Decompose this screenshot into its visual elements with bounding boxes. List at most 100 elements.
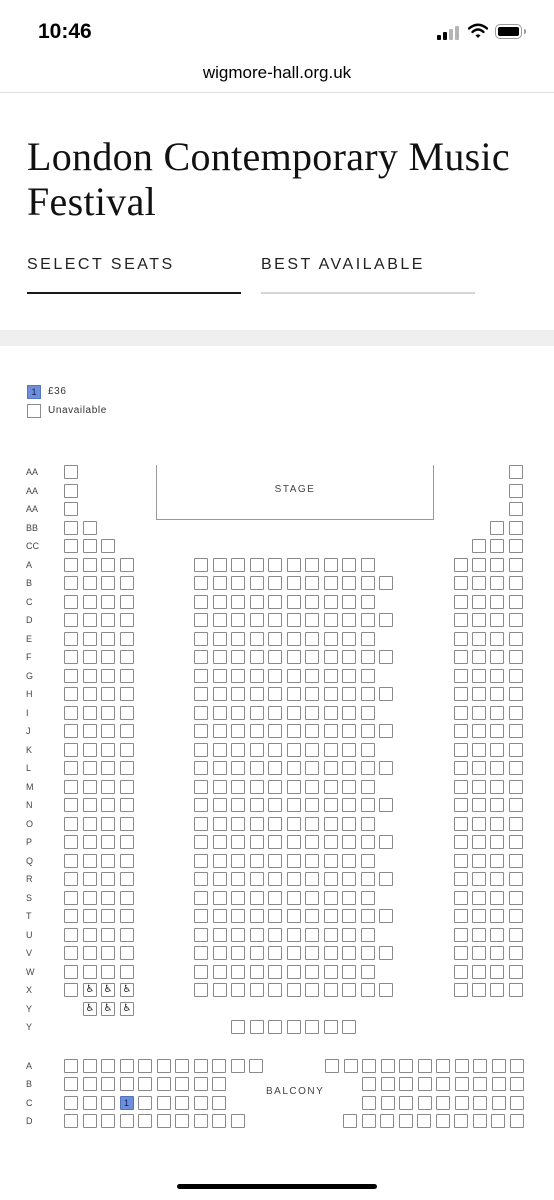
seat-unavailable bbox=[212, 557, 227, 572]
seat-unavailable bbox=[83, 872, 97, 886]
seat-unavailable bbox=[454, 927, 468, 942]
stage: STAGE bbox=[156, 465, 434, 520]
available-seat[interactable]: 1 bbox=[119, 1096, 134, 1110]
address-bar[interactable]: wigmore-hall.org.uk bbox=[0, 56, 554, 93]
seat-unavailable bbox=[64, 1077, 78, 1091]
seat-unavailable bbox=[490, 779, 504, 794]
seat-unavailable bbox=[490, 650, 504, 664]
seat-unavailable bbox=[305, 705, 319, 720]
seat-unavailable bbox=[454, 594, 468, 609]
seat-unavailable bbox=[305, 687, 319, 701]
seat-unavailable bbox=[305, 853, 319, 868]
seat-unavailable bbox=[120, 798, 134, 812]
tab-select-seats[interactable]: SELECT SEATS bbox=[27, 256, 241, 294]
seat-unavailable bbox=[212, 742, 227, 757]
seat-unavailable bbox=[212, 872, 227, 886]
row-label-n: N bbox=[26, 800, 33, 810]
seat-unavailable bbox=[120, 835, 134, 849]
seat-unavailable bbox=[472, 742, 486, 757]
seat-unavailable bbox=[323, 816, 338, 831]
seat-unavailable bbox=[490, 724, 504, 738]
seat-unavailable bbox=[473, 1096, 487, 1110]
seat-unavailable bbox=[286, 613, 301, 627]
seat-unavailable bbox=[490, 816, 504, 831]
row-label-f: F bbox=[26, 652, 32, 662]
seat-unavailable bbox=[194, 724, 208, 738]
seat-unavailable bbox=[231, 890, 245, 905]
seat-unavailable bbox=[231, 631, 245, 646]
seat-unavailable bbox=[120, 613, 134, 627]
tab-best-available[interactable]: BEST AVAILABLE bbox=[261, 256, 475, 294]
seat-unavailable bbox=[249, 872, 264, 886]
seat-unavailable bbox=[305, 576, 319, 590]
seat-unavailable bbox=[83, 761, 97, 775]
seat-unavailable bbox=[64, 983, 78, 997]
wheelchair-icon: ♿ bbox=[120, 983, 134, 997]
seat-unavailable bbox=[509, 613, 523, 627]
seat-unavailable bbox=[472, 890, 486, 905]
seat-unavailable bbox=[194, 576, 208, 590]
seat-unavailable bbox=[454, 650, 468, 664]
seat-unavailable bbox=[454, 1096, 469, 1110]
seat-unavailable bbox=[472, 946, 486, 960]
seat-unavailable bbox=[305, 761, 319, 775]
row-label-h: H bbox=[26, 689, 33, 699]
seat-unavailable bbox=[362, 1077, 376, 1091]
seat-unavailable bbox=[231, 853, 245, 868]
seat-unavailable bbox=[286, 761, 301, 775]
row-label-d: D bbox=[26, 615, 33, 625]
home-indicator bbox=[177, 1184, 377, 1189]
seat-unavailable bbox=[509, 761, 523, 775]
seat-unavailable bbox=[305, 798, 319, 812]
seat-unavailable bbox=[490, 742, 504, 757]
seat-unavailable bbox=[101, 946, 115, 960]
row-label-o: O bbox=[26, 818, 34, 829]
row-label-w: W bbox=[26, 966, 35, 977]
seat-unavailable bbox=[120, 872, 134, 886]
seat-unavailable bbox=[101, 964, 115, 979]
seat-unavailable bbox=[268, 557, 282, 572]
seat-unavailable bbox=[101, 1059, 115, 1073]
seat-unavailable bbox=[472, 724, 486, 738]
seat-unavailable bbox=[64, 1114, 78, 1128]
seat-unavailable bbox=[249, 853, 264, 868]
seat-unavailable bbox=[82, 1077, 97, 1091]
url-text[interactable]: wigmore-hall.org.uk bbox=[203, 63, 351, 82]
seat-unavailable bbox=[454, 853, 468, 868]
seat-unavailable bbox=[249, 835, 264, 849]
seat-unavailable bbox=[64, 539, 78, 553]
seat-unavailable bbox=[194, 613, 208, 627]
seat-unavailable bbox=[64, 687, 78, 701]
seat-unavailable bbox=[472, 761, 486, 775]
seat-unavailable bbox=[323, 705, 338, 720]
row-label-a: A bbox=[26, 559, 33, 570]
seat-unavailable bbox=[64, 502, 78, 516]
seat-unavailable bbox=[360, 742, 375, 757]
seat-unavailable bbox=[64, 798, 78, 812]
seat-unavailable bbox=[286, 1020, 301, 1034]
seat-unavailable bbox=[231, 964, 245, 979]
seat-unavailable bbox=[360, 761, 375, 775]
seat-unavailable bbox=[305, 724, 319, 738]
seat-unavailable bbox=[305, 983, 319, 997]
seat-unavailable bbox=[268, 927, 282, 942]
seat-unavailable bbox=[212, 983, 227, 997]
seat-unavailable bbox=[305, 890, 319, 905]
legend-unavailable-swatch bbox=[27, 404, 41, 418]
seat-unavailable bbox=[212, 835, 227, 849]
seat-unavailable bbox=[305, 835, 319, 849]
seat-unavailable bbox=[379, 872, 393, 886]
balcony-row-label-d: D bbox=[26, 1116, 33, 1126]
seat-unavailable bbox=[454, 890, 468, 905]
seat-unavailable bbox=[509, 927, 523, 942]
seat-unavailable bbox=[212, 594, 227, 609]
seat-unavailable bbox=[101, 613, 115, 627]
seat-unavailable bbox=[82, 1059, 97, 1073]
seat-unavailable bbox=[138, 1059, 152, 1073]
seat-unavailable bbox=[454, 742, 468, 757]
seat-unavailable bbox=[193, 1059, 208, 1073]
seat-unavailable bbox=[305, 650, 319, 664]
seat-unavailable bbox=[64, 668, 78, 683]
seat-unavailable bbox=[360, 705, 375, 720]
seat-unavailable bbox=[64, 909, 78, 923]
